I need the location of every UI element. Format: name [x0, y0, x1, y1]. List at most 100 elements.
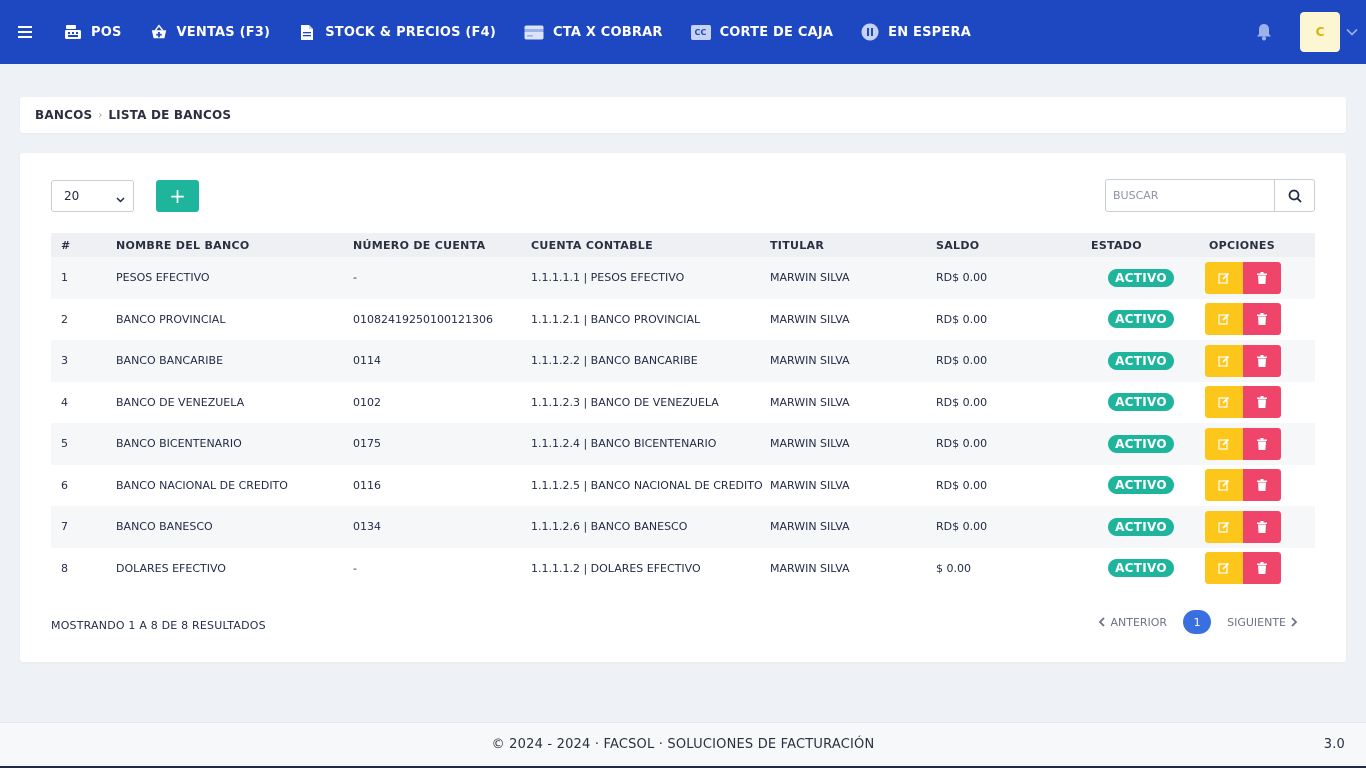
- cell-num: 5: [51, 423, 116, 465]
- cc-badge-text: CC: [690, 24, 711, 40]
- cell-saldo: $ 0.00: [936, 547, 1091, 589]
- column-header-contable[interactable]: CUENTA CONTABLE: [531, 233, 770, 257]
- banks-card: 20 + # NOMBRE DEL BANCO NÚMERO DE CUENTA…: [20, 153, 1346, 662]
- delete-button[interactable]: [1243, 303, 1281, 336]
- next-label: SIGUIENTE: [1227, 615, 1286, 629]
- cell-num: 1: [51, 257, 116, 299]
- trash-icon: [1257, 562, 1267, 575]
- hamburger-menu-icon[interactable]: [0, 0, 50, 64]
- delete-button[interactable]: [1243, 344, 1281, 377]
- cell-cuenta: 0102: [353, 381, 531, 423]
- status-badge: ACTIVO: [1108, 310, 1174, 329]
- nav-item-en-espera[interactable]: EN ESPERA: [847, 0, 985, 64]
- delete-button[interactable]: [1243, 261, 1281, 294]
- avatar[interactable]: C: [1300, 12, 1340, 52]
- edit-button[interactable]: [1205, 469, 1243, 502]
- column-header-titular[interactable]: TITULAR: [770, 233, 936, 257]
- cash-register-icon: [64, 24, 82, 40]
- edit-button[interactable]: [1205, 303, 1243, 336]
- edit-button[interactable]: [1205, 510, 1243, 543]
- cell-contable: 1.1.1.2.6 | BANCO BANESCO: [531, 506, 770, 548]
- edit-button[interactable]: [1205, 386, 1243, 419]
- cell-titular: MARWIN SILVA: [770, 381, 936, 423]
- cell-contable: 1.1.1.2.4 | BANCO BICENTENARIO: [531, 423, 770, 465]
- banks-table: # NOMBRE DEL BANCO NÚMERO DE CUENTA CUEN…: [51, 233, 1315, 589]
- search-button[interactable]: [1274, 180, 1314, 211]
- column-header-nombre[interactable]: NOMBRE DEL BANCO: [116, 233, 353, 257]
- cell-num: 2: [51, 298, 116, 340]
- cell-estado: ACTIVO: [1091, 257, 1191, 299]
- chevron-down-icon[interactable]: [1340, 12, 1364, 52]
- previous-page-link[interactable]: ANTERIOR: [1098, 616, 1167, 629]
- edit-icon: [1218, 397, 1230, 408]
- cell-contable: 1.1.1.2.2 | BANCO BANCARIBE: [531, 340, 770, 382]
- delete-button[interactable]: [1243, 469, 1281, 502]
- edit-icon: [1218, 438, 1230, 450]
- footer: © 2024 - 2024 · FACSOL · SOLUCIONES DE F…: [0, 722, 1366, 766]
- cell-titular: MARWIN SILVA: [770, 506, 936, 548]
- breadcrumb-separator-icon: ›: [98, 109, 103, 121]
- cell-titular: MARWIN SILVA: [770, 423, 936, 465]
- nav-item-label: STOCK & PRECIOS (F4): [325, 24, 497, 40]
- add-bank-button[interactable]: +: [156, 180, 199, 212]
- nav-item-corte-caja[interactable]: CC CORTE DE CAJA: [677, 0, 848, 64]
- column-header-num[interactable]: #: [51, 233, 116, 257]
- search-input[interactable]: [1106, 180, 1274, 211]
- column-header-estado[interactable]: ESTADO: [1091, 233, 1191, 257]
- footer-copyright: © 2024 - 2024 · FACSOL · SOLUCIONES DE F…: [491, 737, 875, 752]
- cell-saldo: RD$ 0.00: [936, 464, 1091, 506]
- nav-item-label: POS: [91, 24, 122, 40]
- page-size-select[interactable]: 20: [51, 180, 134, 212]
- cell-num: 3: [51, 340, 116, 382]
- cell-titular: MARWIN SILVA: [770, 547, 936, 589]
- column-header-saldo[interactable]: SALDO: [936, 233, 1091, 257]
- nav-item-label: EN ESPERA: [888, 24, 971, 40]
- cell-nombre: BANCO PROVINCIAL: [116, 298, 353, 340]
- next-page-link[interactable]: SIGUIENTE: [1227, 616, 1298, 629]
- cc-badge-icon: CC: [690, 24, 711, 40]
- cell-titular: MARWIN SILVA: [770, 298, 936, 340]
- cell-contable: 1.1.1.2.1 | BANCO PROVINCIAL: [531, 298, 770, 340]
- cell-contable: 1.1.1.1.2 | DOLARES EFECTIVO: [531, 547, 770, 589]
- page-number-current[interactable]: 1: [1183, 610, 1212, 634]
- nav-item-label: CORTE DE CAJA: [719, 24, 834, 40]
- cell-num: 7: [51, 506, 116, 548]
- search-box: [1105, 179, 1315, 212]
- cell-saldo: RD$ 0.00: [936, 298, 1091, 340]
- table-row: 4 BANCO DE VENEZUELA 0102 1.1.1.2.3 | BA…: [51, 381, 1315, 423]
- cell-nombre: PESOS EFECTIVO: [116, 257, 353, 299]
- cell-titular: MARWIN SILVA: [770, 340, 936, 382]
- breadcrumb-parent[interactable]: BANCOS: [35, 108, 92, 122]
- column-header-cuenta[interactable]: NÚMERO DE CUENTA: [353, 233, 531, 257]
- column-header-opciones: OPCIONES: [1191, 233, 1315, 257]
- nav-item-cta-cobrar[interactable]: CTA X COBRAR: [510, 0, 677, 64]
- cell-nombre: BANCO DE VENEZUELA: [116, 381, 353, 423]
- trash-icon: [1257, 520, 1267, 533]
- delete-button[interactable]: [1243, 427, 1281, 460]
- edit-button[interactable]: [1205, 261, 1243, 294]
- nav-item-pos[interactable]: POS: [50, 0, 136, 64]
- trash-icon: [1257, 354, 1267, 367]
- edit-button[interactable]: [1205, 427, 1243, 460]
- trash-icon: [1257, 271, 1267, 284]
- status-badge: ACTIVO: [1108, 476, 1174, 495]
- edit-icon: [1218, 563, 1230, 574]
- delete-button[interactable]: [1243, 510, 1281, 543]
- nav-item-stock-precios[interactable]: STOCK & PRECIOS (F4): [284, 0, 510, 64]
- edit-button[interactable]: [1205, 552, 1243, 585]
- bell-icon[interactable]: [1254, 22, 1274, 42]
- nav-item-ventas[interactable]: VENTAS (F3): [136, 0, 285, 64]
- cell-estado: ACTIVO: [1091, 340, 1191, 382]
- cell-cuenta: 0134: [353, 506, 531, 548]
- delete-button[interactable]: [1243, 386, 1281, 419]
- cell-saldo: RD$ 0.00: [936, 423, 1091, 465]
- cell-cuenta: -: [353, 547, 531, 589]
- cell-estado: ACTIVO: [1091, 464, 1191, 506]
- nav-item-label: VENTAS (F3): [176, 24, 271, 40]
- cell-nombre: BANCO BANESCO: [116, 506, 353, 548]
- edit-button[interactable]: [1205, 344, 1243, 377]
- delete-button[interactable]: [1243, 552, 1281, 585]
- cell-cuenta: 01082419250100121306: [353, 298, 531, 340]
- chevron-right-icon: [1291, 617, 1298, 627]
- edit-icon: [1218, 355, 1230, 367]
